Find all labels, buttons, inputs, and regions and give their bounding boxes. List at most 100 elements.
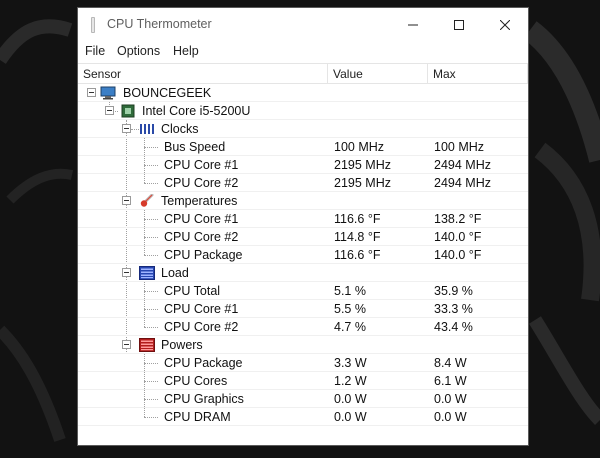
window-title: CPU Thermometer [107, 17, 212, 31]
tree-node-computer[interactable]: BOUNCEGEEK [78, 84, 528, 102]
title-bar[interactable]: CPU Thermometer [78, 8, 528, 41]
menu-file[interactable]: File [85, 44, 105, 58]
sensor-max: 43.4 % [434, 320, 473, 334]
collapse-toggle[interactable] [122, 340, 131, 349]
sensor-row[interactable]: CPU Graphics 0.0 W 0.0 W [78, 390, 528, 408]
sensor-row[interactable]: CPU Package 3.3 W 8.4 W [78, 354, 528, 372]
sensor-row[interactable]: Bus Speed 100 MHz 100 MHz [78, 138, 528, 156]
collapse-toggle[interactable] [122, 268, 131, 277]
sensor-max: 2494 MHz [434, 158, 491, 172]
row-divider [78, 425, 528, 426]
group-label: Clocks [161, 122, 199, 136]
tree-connector [144, 219, 158, 220]
sensor-value: 116.6 °F [334, 212, 381, 226]
sensor-name: CPU Core #2 [164, 176, 239, 190]
sensor-max: 140.0 °F [434, 248, 482, 262]
column-value[interactable]: Value [333, 67, 363, 81]
tree-connector [144, 417, 158, 418]
sensor-name: CPU Core #1 [164, 212, 239, 226]
menu-options[interactable]: Options [117, 44, 160, 58]
column-separator [527, 64, 528, 84]
column-max[interactable]: Max [433, 67, 456, 81]
sensor-value: 114.8 °F [334, 230, 381, 244]
maximize-button[interactable] [436, 8, 482, 41]
sensor-max: 8.4 W [434, 356, 467, 370]
column-sensor[interactable]: Sensor [83, 67, 121, 81]
sensor-name: CPU Core #1 [164, 302, 239, 316]
sensor-row[interactable]: CPU Package 116.6 °F 140.0 °F [78, 246, 528, 264]
close-button[interactable] [482, 8, 528, 41]
sensor-value: 1.2 W [334, 374, 367, 388]
tree-connector [144, 147, 158, 148]
sensor-value: 116.6 °F [334, 248, 381, 262]
collapse-toggle[interactable] [87, 88, 96, 97]
clock-signal-icon [140, 124, 154, 134]
column-separator[interactable] [427, 64, 428, 84]
tree-connector [144, 399, 158, 400]
sensor-max: 6.1 W [434, 374, 467, 388]
sensor-value: 3.3 W [334, 356, 367, 370]
sensor-name: CPU Core #2 [164, 230, 239, 244]
computer-name: BOUNCEGEEK [123, 86, 212, 100]
tree-group-clocks[interactable]: Clocks [78, 120, 528, 138]
sensor-max: 33.3 % [434, 302, 473, 316]
group-label: Temperatures [161, 194, 238, 208]
tree-group-powers[interactable]: Powers [78, 336, 528, 354]
menu-help[interactable]: Help [173, 44, 199, 58]
tree-group-temperatures[interactable]: Temperatures [78, 192, 528, 210]
sensor-max: 138.2 °F [434, 212, 482, 226]
sensor-name: CPU Graphics [164, 392, 244, 406]
sensor-max: 100 MHz [434, 140, 485, 154]
sensor-name: CPU Cores [164, 374, 228, 388]
sensor-row[interactable]: CPU Total 5.1 % 35.9 % [78, 282, 528, 300]
tree-connector [144, 363, 158, 364]
cpu-chip-icon [121, 104, 135, 118]
sensor-row[interactable]: CPU Core #2 2195 MHz 2494 MHz [78, 174, 528, 192]
tree-connector [144, 237, 158, 238]
tree-connector [144, 291, 158, 292]
collapse-toggle[interactable] [122, 196, 131, 205]
tree-connector [144, 309, 158, 310]
sensor-row[interactable]: CPU Core #2 114.8 °F 140.0 °F [78, 228, 528, 246]
menu-bar: File Options Help [78, 41, 528, 63]
sensor-name: CPU Package [164, 356, 243, 370]
sensor-value: 5.5 % [334, 302, 366, 316]
column-separator[interactable] [327, 64, 328, 84]
collapse-toggle[interactable] [122, 124, 131, 133]
sensor-value: 2195 MHz [334, 176, 391, 190]
minimize-icon [408, 24, 418, 25]
tree-group-load[interactable]: Load [78, 264, 528, 282]
sensor-row[interactable]: CPU DRAM 0.0 W 0.0 W [78, 408, 528, 426]
sensor-name: CPU DRAM [164, 410, 231, 424]
close-icon [500, 19, 510, 30]
thermometer-app-icon [91, 17, 95, 33]
tree-connector [144, 255, 158, 256]
minimize-button[interactable] [390, 8, 436, 41]
sensor-row[interactable]: CPU Core #1 116.6 °F 138.2 °F [78, 210, 528, 228]
sensor-value: 0.0 W [334, 392, 367, 406]
sensor-name: Bus Speed [164, 140, 226, 154]
load-bars-icon [139, 266, 155, 280]
sensor-name: CPU Total [164, 284, 221, 298]
thermometer-icon [140, 194, 154, 207]
sensor-tree: BOUNCEGEEK Intel Core i5-5200U Clocks Bu… [78, 84, 528, 445]
sensor-name: CPU Core #1 [164, 158, 239, 172]
maximize-icon [454, 19, 464, 30]
sensor-max: 0.0 W [434, 392, 467, 406]
group-label: Load [161, 266, 189, 280]
sensor-value: 5.1 % [334, 284, 366, 298]
collapse-toggle[interactable] [105, 106, 114, 115]
computer-icon [100, 86, 116, 100]
sensor-name: CPU Package [164, 248, 243, 262]
tree-connector [144, 165, 158, 166]
column-header: Sensor Value Max [78, 63, 528, 84]
sensor-row[interactable]: CPU Core #1 2195 MHz 2494 MHz [78, 156, 528, 174]
sensor-row[interactable]: CPU Core #1 5.5 % 33.3 % [78, 300, 528, 318]
tree-node-cpu[interactable]: Intel Core i5-5200U [78, 102, 528, 120]
sensor-row[interactable]: CPU Core #2 4.7 % 43.4 % [78, 318, 528, 336]
sensor-row[interactable]: CPU Cores 1.2 W 6.1 W [78, 372, 528, 390]
sensor-name: CPU Core #2 [164, 320, 239, 334]
sensor-value: 2195 MHz [334, 158, 391, 172]
sensor-value: 0.0 W [334, 410, 367, 424]
sensor-value: 100 MHz [334, 140, 385, 154]
